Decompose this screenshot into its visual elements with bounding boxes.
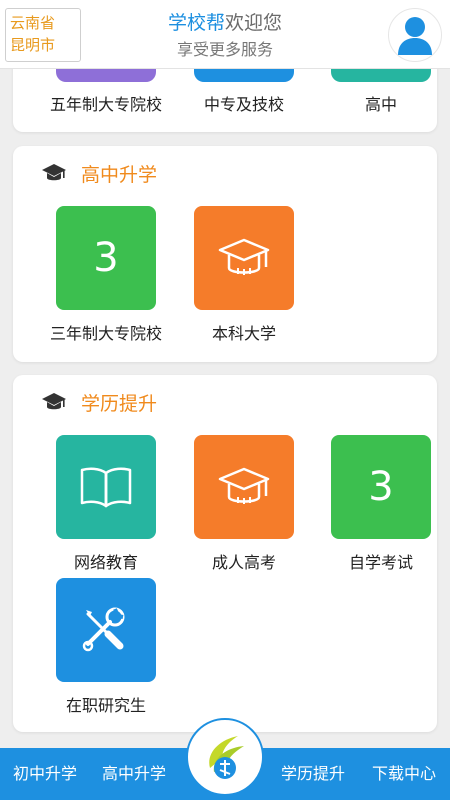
section-header-xueli: 学历提升 [41, 389, 157, 415]
nav-xueli[interactable]: 学历提升 [273, 748, 353, 800]
graduation-cap-icon [218, 467, 270, 504]
graduation-cap-icon [42, 164, 66, 181]
home-logo-button[interactable] [186, 718, 264, 796]
tile-zixue[interactable]: 3 [331, 435, 431, 539]
greeting-text: 欢迎您 [225, 12, 283, 34]
nav-gaozhong[interactable]: 高中升学 [94, 748, 174, 800]
nav-xiazai[interactable]: 下载中心 [364, 748, 444, 800]
nav-chuzhong[interactable]: 初中升学 [5, 748, 85, 800]
user-avatar-button[interactable] [388, 8, 442, 62]
graduation-cap-icon [42, 393, 66, 410]
tile-sannianzhi[interactable]: 3 [56, 206, 156, 310]
section-header-gaozhong: 高中升学 [41, 160, 157, 186]
tile-label-zhongzhuan[interactable]: 中专及技校 [174, 91, 314, 115]
tile-wangluo[interactable] [56, 435, 156, 539]
tile-zaizhi[interactable] [56, 578, 156, 682]
location-province: 云南省 [10, 14, 56, 32]
tile-benke[interactable] [194, 206, 294, 310]
tile-label-zixue[interactable]: 自学考试 [311, 549, 450, 573]
graduation-cap-icon [218, 238, 270, 275]
location-selector[interactable]: 云南省 昆明市 [5, 8, 81, 62]
book-icon [80, 467, 132, 508]
welcome-title: 学校帮欢迎您 [150, 10, 300, 36]
tile-label-wangluo[interactable]: 网络教育 [36, 549, 176, 573]
location-city: 昆明市 [10, 36, 56, 54]
tile-label-zaizhi[interactable]: 在职研究生 [36, 692, 176, 716]
user-icon [398, 17, 432, 55]
section-title: 学历提升 [81, 392, 158, 415]
tile-label-wunianzhi[interactable]: 五年制大专院校 [36, 91, 176, 115]
card-xueli-tisheng: 学历提升 网络教育 成人高考 3 自学考试 在职研究生 [13, 375, 437, 732]
tile-chengren[interactable] [194, 435, 294, 539]
digit-3-icon: 3 [93, 235, 119, 281]
welcome-block: 学校帮欢迎您 享受更多服务 [150, 10, 300, 62]
digit-3-icon: 3 [368, 464, 394, 510]
tools-icon [82, 607, 125, 652]
app-header: 云南省 昆明市 学校帮欢迎您 享受更多服务 [0, 0, 450, 69]
tile-label-gaozhong[interactable]: 高中 [311, 91, 450, 115]
welcome-subtitle: 享受更多服务 [176, 40, 273, 59]
tile-label-sannianzhi[interactable]: 三年制大专院校 [36, 320, 176, 344]
section-title: 高中升学 [81, 163, 158, 186]
card-gaozhong-shengxue: 高中升学 3 三年制大专院校 本科大学 [13, 146, 437, 362]
app-logo-icon [209, 736, 244, 779]
brand-name: 学校帮 [167, 12, 225, 34]
tile-label-chengren[interactable]: 成人高考 [174, 549, 314, 573]
tile-label-benke[interactable]: 本科大学 [174, 320, 314, 344]
